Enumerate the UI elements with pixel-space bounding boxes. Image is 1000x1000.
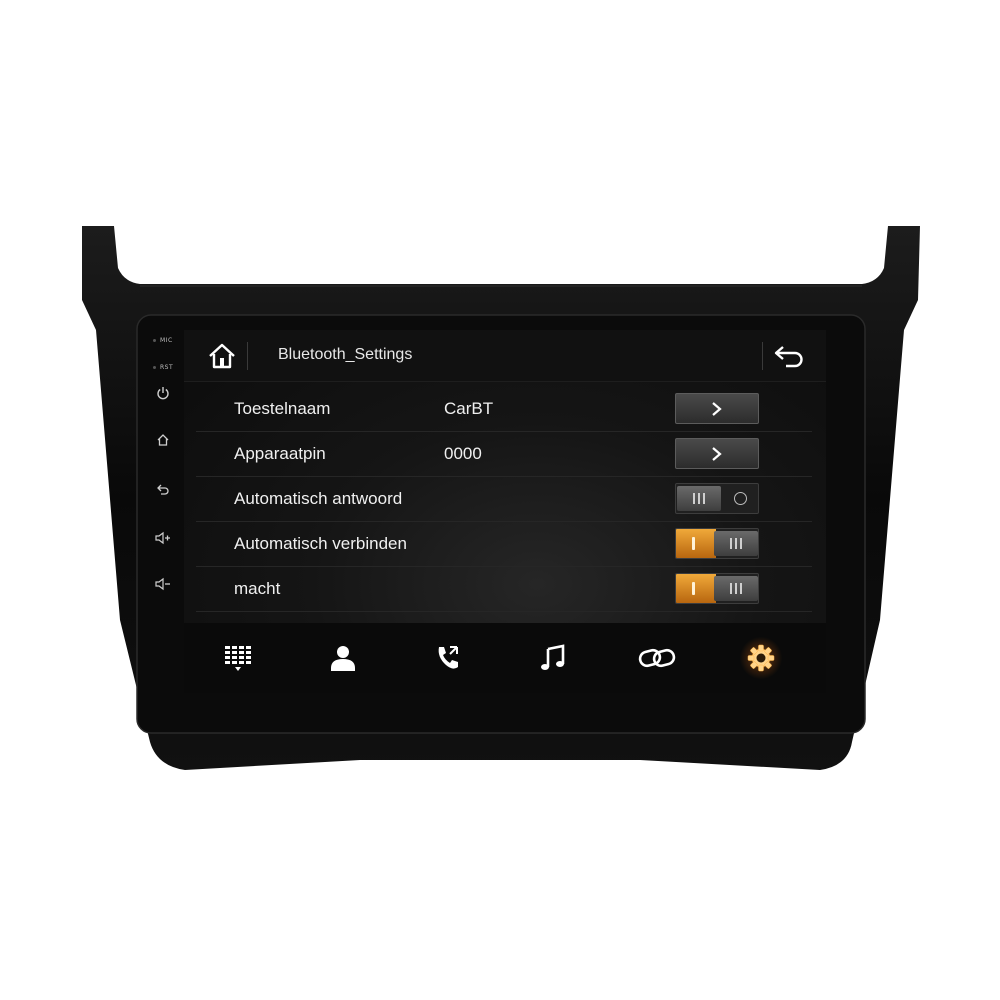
toggle-on-indicator [692, 582, 695, 595]
settings-list: Toestelnaam CarBT Apparaatpin 0000 Autom… [196, 387, 812, 612]
settings-gear-icon [747, 644, 775, 672]
back-arrow-icon [774, 346, 803, 368]
nav-dialpad-button[interactable] [208, 635, 268, 681]
reset-hole[interactable] [153, 366, 156, 369]
hw-power-button[interactable] [152, 382, 174, 404]
link-icon [638, 648, 676, 668]
setting-label: macht [234, 579, 281, 598]
contacts-icon [331, 646, 355, 671]
setting-label: Toestelnaam [234, 399, 331, 418]
nav-music-button[interactable] [523, 635, 583, 681]
auto-answer-toggle[interactable] [675, 483, 759, 514]
title-bar: Bluetooth_Settings [184, 330, 826, 382]
setting-label: Apparaatpin [234, 444, 326, 463]
home-button[interactable] [200, 340, 244, 372]
hw-volume-up-button[interactable] [152, 527, 174, 549]
page-title: Bluetooth_Settings [278, 346, 413, 363]
setting-label: Automatisch antwoord [234, 489, 403, 508]
home-icon [157, 434, 169, 446]
bottom-navigation [184, 623, 826, 693]
chevron-right-icon [712, 446, 722, 461]
power-icon [157, 387, 169, 400]
title-divider-left [247, 342, 248, 370]
toggle-fill [676, 529, 716, 558]
setting-row-auto-connect: Automatisch verbinden [196, 522, 812, 567]
device-pin-edit-button[interactable] [675, 438, 759, 469]
auto-connect-toggle[interactable] [675, 528, 759, 559]
nav-settings-button[interactable] [731, 635, 791, 681]
volume-down-icon [155, 577, 170, 591]
back-button[interactable] [770, 340, 810, 372]
display-screen: Bluetooth_Settings Toestelnaam CarBT App… [184, 330, 826, 693]
chevron-right-icon [712, 401, 722, 416]
hw-back-button[interactable] [152, 478, 174, 500]
title-divider-right [762, 342, 763, 370]
toggle-knob [714, 531, 758, 556]
toggle-knob [714, 576, 758, 601]
nav-pairing-button[interactable] [627, 635, 687, 681]
setting-row-device-pin: Apparaatpin 0000 [196, 432, 812, 477]
device-name-edit-button[interactable] [675, 393, 759, 424]
mic-hole [153, 339, 156, 342]
toggle-fill [676, 574, 716, 603]
hw-volume-down-button[interactable] [152, 573, 174, 595]
volume-up-icon [155, 531, 170, 545]
mic-label: MIC [160, 337, 173, 344]
power-toggle[interactable] [675, 573, 759, 604]
music-note-icon [541, 644, 565, 670]
toggle-off-indicator [734, 492, 747, 505]
dialpad-icon [225, 646, 251, 671]
hw-home-button[interactable] [152, 429, 174, 451]
nav-call-log-button[interactable] [418, 635, 478, 681]
setting-row-power: macht [196, 567, 812, 612]
setting-value: 0000 [444, 444, 482, 463]
setting-row-device-name: Toestelnaam CarBT [196, 387, 812, 432]
toggle-knob [677, 486, 721, 511]
home-icon [209, 343, 235, 369]
setting-label: Automatisch verbinden [234, 534, 407, 553]
setting-value: CarBT [444, 399, 494, 418]
nav-contacts-button[interactable] [313, 635, 373, 681]
setting-row-auto-answer: Automatisch antwoord [196, 477, 812, 522]
back-icon [157, 484, 169, 495]
reset-label: RST [160, 364, 174, 371]
call-log-icon [438, 646, 458, 669]
toggle-on-indicator [692, 537, 695, 550]
